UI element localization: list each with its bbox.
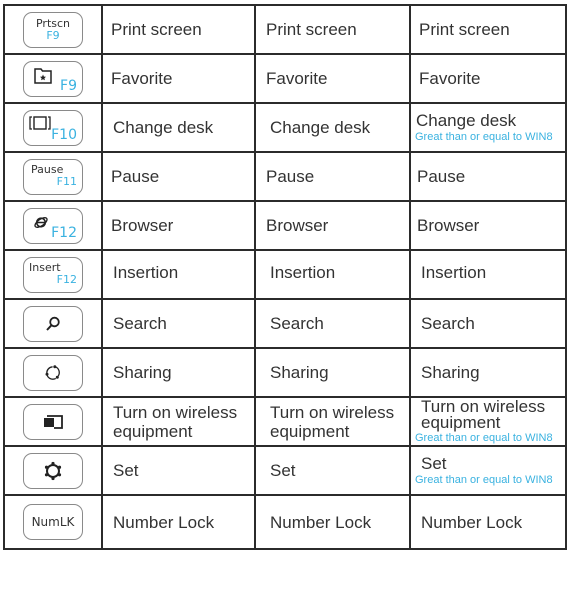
description-col2: Set — [270, 461, 296, 480]
win8-note: Great than or equal to WIN8 — [415, 474, 553, 486]
description-col1: Search — [113, 314, 167, 333]
win8-note: Great than or equal to WIN8 — [415, 131, 553, 143]
description-col2: Turn on wireless equipment — [270, 402, 395, 441]
description-col3: Search — [421, 314, 475, 333]
table-row: NumLK Number Lock Number Lock Number Loc… — [3, 494, 567, 550]
description-col2: Search — [270, 314, 324, 333]
key-cell: Insert F12 — [3, 249, 103, 300]
key-cell: F10 — [3, 102, 103, 153]
table-row: Sharing Sharing Sharing — [3, 347, 567, 398]
key-pause: Pause F11 — [23, 158, 83, 195]
change-desk-window-icon — [29, 115, 51, 130]
description-col3: Sharing — [421, 363, 480, 382]
key-favorite: F9 — [23, 60, 83, 97]
function-key-table: Prtscn F9 Print screen Print screen Prin… — [3, 4, 567, 550]
table-row: Insert F12 Insertion Insertion Insertion — [3, 249, 567, 300]
description-col2: Sharing — [270, 363, 329, 382]
fn-label: F9 — [46, 28, 60, 42]
description-col3: Turn on wireless equipment — [421, 396, 546, 432]
key-cell: F12 — [3, 200, 103, 251]
description-col3: Insertion — [421, 263, 487, 282]
description-col3: Print screen — [419, 20, 510, 39]
key-sharing — [23, 354, 83, 391]
key-prtscn: Prtscn F9 — [23, 11, 83, 48]
description-col1: Turn on wireless equipment — [113, 402, 238, 441]
description-col1: Insertion — [113, 263, 179, 282]
settings-gear-icon — [44, 461, 62, 480]
table-row: F10 Change desk Change desk Change desk … — [3, 102, 567, 153]
fn-label: F11 — [56, 174, 77, 188]
key-cell — [3, 445, 103, 496]
description-col3: Browser — [417, 216, 480, 235]
description-col3: Pause — [417, 167, 466, 186]
win8-note: Great than or equal to WIN8 — [415, 431, 553, 444]
table-row: Search Search Search — [3, 298, 567, 349]
table-row: Pause F11 Pause Pause Pause — [3, 151, 567, 202]
description-col3: Change desk — [416, 111, 517, 130]
description-col1: Change desk — [113, 118, 214, 137]
description-col1: Favorite — [111, 69, 173, 88]
description-col2: Number Lock — [270, 512, 372, 532]
key-cell: F9 — [3, 53, 103, 104]
key-numlock: NumLK — [23, 504, 83, 540]
sharing-icon — [45, 364, 60, 380]
key-settings — [23, 452, 83, 489]
description-col1: Number Lock — [113, 512, 215, 532]
key-browser: F12 — [23, 207, 83, 244]
key-cell: Pause F11 — [3, 151, 103, 202]
fn-label: F12 — [51, 224, 77, 241]
description-col3: Favorite — [419, 69, 481, 88]
key-cell: Prtscn F9 — [3, 4, 103, 55]
fn-label: F12 — [56, 272, 77, 286]
favorite-folder-star-icon — [34, 67, 52, 84]
table-row: Turn on wireless equipment Turn on wirel… — [3, 396, 567, 447]
wireless-device-icon — [44, 414, 63, 429]
browser-ie-icon — [34, 216, 48, 228]
description-col3: Number Lock — [421, 512, 523, 532]
table-row: Set Set Set Great than or equal to WIN8 — [3, 445, 567, 496]
description-col1: Pause — [111, 167, 160, 186]
key-cell — [3, 396, 103, 447]
description-col1: Set — [113, 461, 139, 480]
fn-label: F9 — [60, 77, 77, 94]
table-row: Prtscn F9 Print screen Print screen Prin… — [3, 4, 567, 55]
description-col2: Favorite — [266, 69, 328, 88]
description-col1: Print screen — [111, 20, 202, 39]
description-col2: Print screen — [266, 20, 357, 39]
key-wireless — [23, 403, 83, 440]
key-cell — [3, 347, 103, 398]
key-search — [23, 305, 83, 342]
key-cell — [3, 298, 103, 349]
fn-label: F10 — [51, 126, 77, 143]
key-change-desk: F10 — [23, 109, 83, 146]
search-icon — [46, 316, 60, 331]
description-col1: Browser — [111, 216, 174, 235]
description-col2: Pause — [266, 167, 315, 186]
table-row: F9 Favorite Favorite Favorite — [3, 53, 567, 104]
table-row: F12 Browser Browser Browser — [3, 200, 567, 251]
key-insert: Insert F12 — [23, 256, 83, 293]
description-col2: Change desk — [270, 118, 371, 137]
description-col2: Insertion — [270, 263, 336, 282]
description-col3: Set — [421, 454, 447, 473]
description-col1: Sharing — [113, 363, 172, 382]
description-col2: Browser — [266, 216, 329, 235]
key-cell: NumLK — [3, 494, 103, 550]
key-label: NumLK — [31, 515, 75, 529]
